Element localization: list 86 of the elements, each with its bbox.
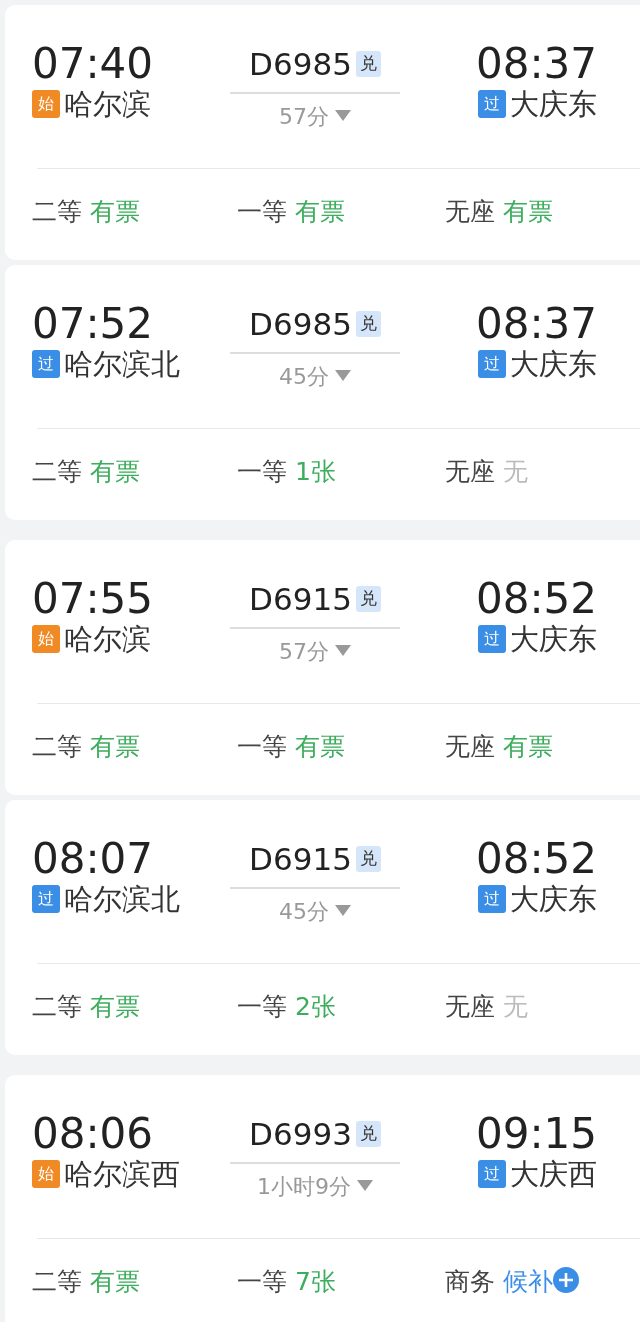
exchange-tag: 兑 [355,311,381,337]
seat-availability: 有票 [503,197,553,226]
arrival-time: 08:37 [474,41,597,88]
seat-availability: 有票 [90,457,140,486]
train-number: D6993 [249,1116,352,1152]
train-number: D6985 [249,46,352,82]
station-tag: 过 [478,90,506,119]
station-tag: 始 [32,1160,60,1189]
train-number: D6915 [249,581,352,617]
seat-availability: 无 [503,457,528,486]
seat-class: 二等 [32,732,82,761]
seat-availability: 有票 [90,1267,140,1296]
seat-availability: 1张 [295,457,336,486]
duration: 1小时9分 [257,1173,351,1199]
train-card[interactable]: 07:40 始 哈尔滨 D6985 兑 57分 08:37 过 大庆东 二等 有票 一等 有票 无座 有票 [5,5,640,260]
seat-class: 二等 [32,992,82,1021]
departure-time: 07:52 [32,301,155,348]
duration: 45分 [279,363,329,389]
seat-class: 一等 [237,457,287,486]
exchange-tag: 兑 [355,846,381,872]
seat-class: 二等 [32,457,82,486]
arrival-time: 08:52 [474,836,597,883]
train-card[interactable]: 08:07 过 哈尔滨北 D6915 兑 45分 08:52 过 大庆东 二等 有票 一等 2张 无座 无 [5,800,640,1055]
seat-class: 一等 [237,1267,287,1296]
exchange-tag: 兑 [355,1121,381,1147]
station-name: 大庆西 [510,1157,597,1192]
station-name: 哈尔滨北 [64,347,180,382]
seat-class: 无座 [445,197,495,226]
seat-class: 商务 [445,1267,495,1296]
station-name: 哈尔滨西 [64,1157,180,1192]
caret-icon[interactable] [335,644,351,656]
duration: 45分 [279,898,329,924]
departure-time: 08:06 [32,1111,155,1158]
seat-class: 一等 [237,732,287,761]
station-name: 大庆东 [510,87,597,122]
seat-availability: 有票 [90,197,140,226]
seat-class: 二等 [32,1267,82,1296]
exchange-tag: 兑 [355,586,381,612]
seat-class: 一等 [237,992,287,1021]
caret-icon[interactable] [357,1179,373,1191]
train-number: D6985 [249,306,352,342]
seat-availability: 有票 [90,992,140,1021]
train-card[interactable]: 08:06 始 哈尔滨西 D6993 兑 1小时9分 09:15 过 大庆西 二等 有票 一等 7张 商务 候补 [5,1075,640,1322]
arrival-time: 08:52 [474,576,597,623]
departure-time: 08:07 [32,836,155,883]
station-name: 大庆东 [510,622,597,657]
seat-availability: 有票 [90,732,140,761]
seat-class: 一等 [237,197,287,226]
seat-availability: 有票 [295,197,345,226]
plus-icon[interactable] [553,1267,579,1293]
duration: 57分 [279,638,329,664]
station-tag: 过 [478,625,506,654]
station-name: 哈尔滨 [64,622,151,657]
station-name: 大庆东 [510,347,597,382]
seat-class: 无座 [445,457,495,486]
seat-class: 无座 [445,992,495,1021]
seat-class: 无座 [445,732,495,761]
exchange-tag: 兑 [355,51,381,77]
station-tag: 过 [32,350,60,379]
caret-icon[interactable] [335,904,351,916]
station-tag: 过 [32,885,60,914]
caret-icon[interactable] [335,369,351,381]
duration: 57分 [279,103,329,129]
seat-availability: 有票 [503,732,553,761]
arrival-time: 09:15 [474,1111,597,1158]
seat-availability: 2张 [295,992,336,1021]
station-tag: 过 [478,885,506,914]
seat-availability: 候补 [503,1267,553,1296]
station-tag: 过 [478,1160,506,1189]
station-name: 大庆东 [510,882,597,917]
train-card[interactable]: 07:55 始 哈尔滨 D6915 兑 57分 08:52 过 大庆东 二等 有票 一等 有票 无座 有票 [5,540,640,795]
station-tag: 始 [32,90,60,119]
departure-time: 07:55 [32,576,155,623]
seat-availability: 7张 [295,1267,336,1296]
station-name: 哈尔滨 [64,87,151,122]
caret-icon[interactable] [335,109,351,121]
departure-time: 07:40 [32,41,155,88]
seat-availability: 无 [503,992,528,1021]
station-tag: 始 [32,625,60,654]
train-number: D6915 [249,841,352,877]
station-tag: 过 [478,350,506,379]
seat-class: 二等 [32,197,82,226]
arrival-time: 08:37 [474,301,597,348]
seat-availability: 有票 [295,732,345,761]
station-name: 哈尔滨北 [64,882,180,917]
train-card[interactable]: 07:52 过 哈尔滨北 D6985 兑 45分 08:37 过 大庆东 二等 有票 一等 1张 无座 无 [5,265,640,520]
